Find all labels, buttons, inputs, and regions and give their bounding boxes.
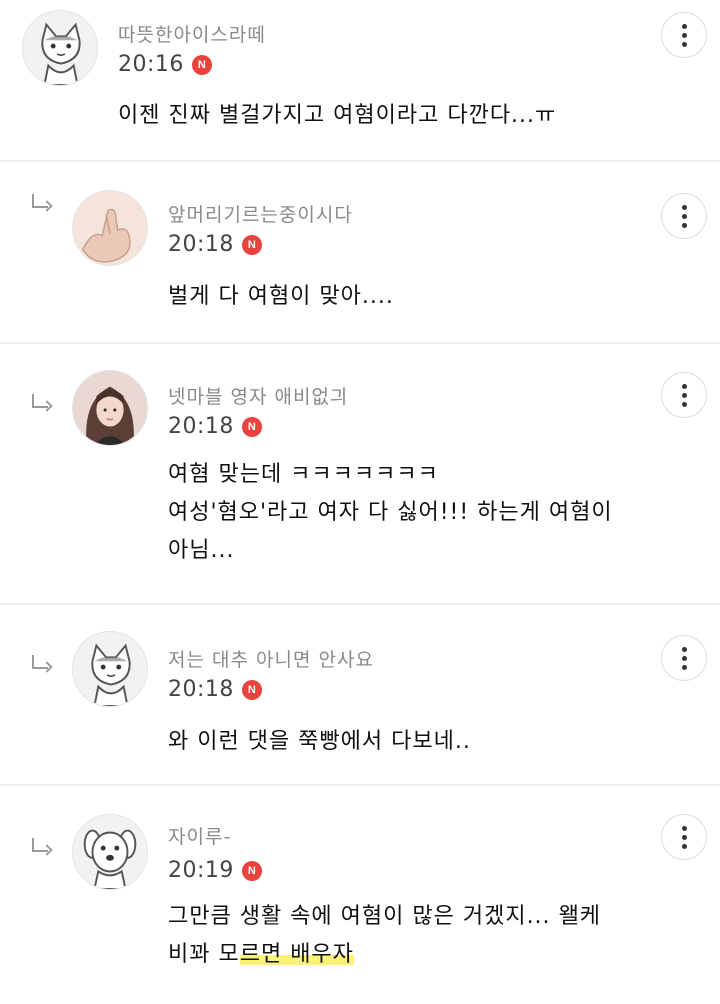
comment-line: 이젠 진짜 별걸가지고 여혐이라고 다깐다...ㅠ: [118, 103, 557, 128]
hand-photo-avatar: [73, 191, 147, 265]
comment-text: 벌게 다 여혐이 맞아....: [168, 278, 394, 316]
comment-line: 비꽈 모르면 배우자: [168, 936, 601, 974]
comment-text: 와 이런 댓을 쭉빵에서 다보네..: [168, 723, 471, 761]
new-badge: N: [191, 54, 212, 75]
nickname[interactable]: 자이루-: [168, 822, 231, 849]
dog-sketch-avatar: [73, 815, 147, 889]
timestamp: 20:18: [168, 677, 234, 702]
time-row: 20:16 N: [118, 52, 212, 77]
timestamp: 20:19: [168, 858, 234, 883]
comment-line: 그만큼 생활 속에 여혐이 많은 거겠지... 왤케: [168, 904, 602, 929]
avatar[interactable]: [72, 190, 148, 266]
new-badge: N: [241, 679, 262, 700]
more-button[interactable]: [661, 814, 707, 860]
reply-arrow-icon: [28, 394, 54, 418]
time-row: 20:18 N: [168, 232, 262, 257]
more-button[interactable]: [661, 635, 707, 681]
more-button[interactable]: [661, 372, 707, 418]
cat-sketch-avatar: [23, 11, 97, 85]
comment-line: 여성'혐오'라고 여자 다 싫어!!! 하는게 여혐이: [168, 500, 613, 525]
comment-line: 여혐 맞는데 ㅋㅋㅋㅋㅋㅋㅋ: [168, 462, 439, 487]
timestamp: 20:18: [168, 232, 234, 257]
timestamp: 20:16: [118, 52, 184, 77]
new-badge: N: [241, 860, 262, 881]
time-row: 20:19 N: [168, 858, 262, 883]
reply-arrow-icon: [28, 194, 54, 218]
new-badge: N: [241, 234, 262, 255]
timestamp: 20:18: [168, 414, 234, 439]
more-vertical-icon: [681, 383, 687, 407]
comment-line-plain: 비꽈 모: [168, 942, 240, 967]
new-badge: N: [241, 416, 262, 437]
nickname[interactable]: 넷마블 영자 애비없긔: [168, 382, 348, 409]
reply-arrow-icon: [28, 655, 54, 679]
more-button[interactable]: [661, 193, 707, 239]
more-vertical-icon: [681, 646, 687, 670]
reply-arrow-icon: [28, 838, 54, 862]
avatar[interactable]: [72, 631, 148, 707]
highlighted-text: 르면 배우자: [239, 942, 354, 967]
comment-item: 저는 대추 아니면 안사요 20:18 N 와 이런 댓을 쭉빵에서 다보네..: [0, 605, 720, 785]
more-button[interactable]: [661, 12, 707, 58]
avatar[interactable]: [72, 814, 148, 890]
comment-item: 자이루- 20:19 N 그만큼 생활 속에 여혐이 많은 거겠지... 왤케 …: [0, 786, 720, 1004]
comment-text: 이젠 진짜 별걸가지고 여혐이라고 다깐다...ㅠ: [118, 97, 556, 135]
time-row: 20:18 N: [168, 414, 262, 439]
nickname[interactable]: 따뜻한아이스라떼: [118, 20, 266, 47]
comment-text: 그만큼 생활 속에 여혐이 많은 거겠지... 왤케 비꽈 모르면 배우자: [168, 898, 601, 974]
cat-sketch-avatar: [73, 632, 147, 706]
more-vertical-icon: [681, 825, 687, 849]
comment-item: 넷마블 영자 애비없긔 20:18 N 여혐 맞는데 ㅋㅋㅋㅋㅋㅋㅋ 여성'혐오…: [0, 344, 720, 604]
comment-line: 와 이런 댓을 쭉빵에서 다보네..: [168, 729, 471, 754]
more-vertical-icon: [681, 23, 687, 47]
girl-photo-avatar: [73, 371, 147, 445]
comment-text: 여혐 맞는데 ㅋㅋㅋㅋㅋㅋㅋ 여성'혐오'라고 여자 다 싫어!!! 하는게 여…: [168, 456, 613, 570]
nickname[interactable]: 저는 대추 아니면 안사요: [168, 645, 374, 672]
comment-line: 아님...: [168, 538, 235, 563]
comment-item: 앞머리기르는중이시다 20:18 N 벌게 다 여혐이 맞아....: [0, 162, 720, 342]
avatar[interactable]: [72, 370, 148, 446]
comment-item: 따뜻한아이스라떼 20:16 N 이젠 진짜 별걸가지고 여혐이라고 다깐다..…: [0, 0, 720, 160]
more-vertical-icon: [681, 204, 687, 228]
avatar[interactable]: [22, 10, 98, 86]
time-row: 20:18 N: [168, 677, 262, 702]
comment-line: 벌게 다 여혐이 맞아....: [168, 284, 394, 309]
nickname[interactable]: 앞머리기르는중이시다: [168, 200, 353, 227]
